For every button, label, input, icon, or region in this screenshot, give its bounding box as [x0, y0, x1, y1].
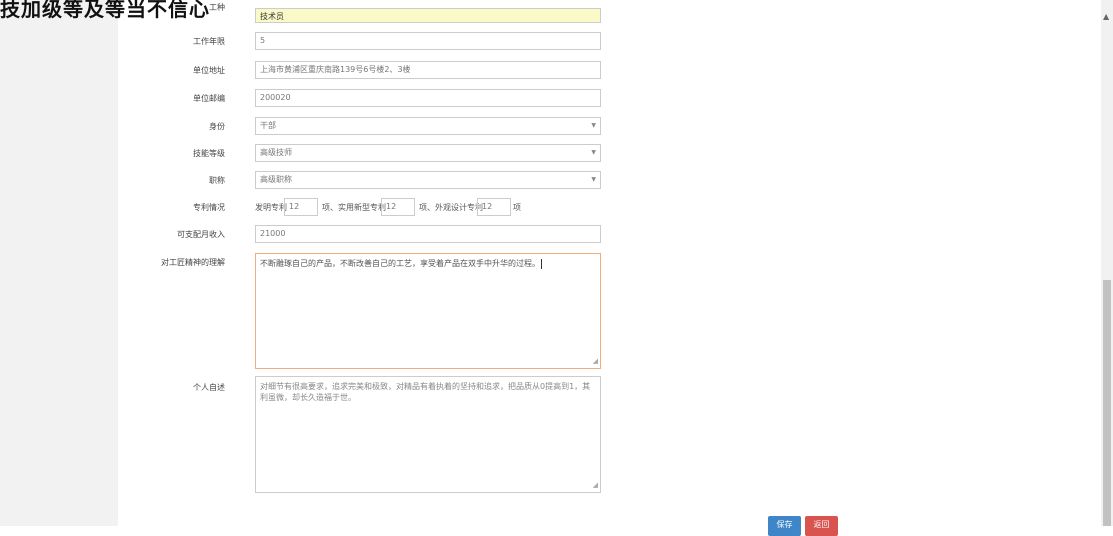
skill-level-label: 技能等级 [193, 149, 225, 158]
craftsmanship-textarea[interactable]: 不断雕琢自己的产品，不断改善自己的工艺，享受着产品在双手中升华的过程。 ◢ [255, 253, 601, 369]
row-title: 职称 高级职称 ▼ [0, 171, 1100, 191]
craftsmanship-text: 不断雕琢自己的产品，不断改善自己的工艺，享受着产品在双手中升华的过程。 [260, 259, 540, 268]
identity-select-value: 干部 [260, 121, 276, 130]
invention-patent-input[interactable]: 12 [284, 198, 318, 216]
job-type-label: 工种 [209, 3, 225, 12]
utility-patent-label: 项、实用新型专利 [322, 203, 386, 212]
back-button[interactable]: 返回 [805, 516, 838, 536]
row-company-address: 单位地址 上海市黄浦区重庆南路139号6号楼2、3楼 [0, 61, 1100, 81]
design-patent-label: 项、外观设计专利 [419, 203, 483, 212]
craftsmanship-label: 对工匠精神的理解 [161, 258, 225, 267]
utility-patent-input[interactable]: 12 [381, 198, 415, 216]
text-cursor [541, 258, 542, 269]
save-button[interactable]: 保存 [768, 516, 801, 536]
work-years-input[interactable]: 5 [255, 32, 601, 50]
self-intro-label: 个人自述 [193, 383, 225, 392]
row-job-type: 工种 技术员 [0, 2, 1100, 23]
identity-select[interactable]: 干部 ▼ [255, 117, 601, 135]
work-years-label: 工作年限 [193, 37, 225, 46]
skill-level-select-value: 高级技师 [260, 148, 292, 157]
chevron-down-icon: ▼ [591, 176, 596, 183]
skill-level-select[interactable]: 高级技师 ▼ [255, 144, 601, 162]
chevron-down-icon: ▼ [591, 122, 596, 129]
design-patent-input[interactable]: 12 [477, 198, 511, 216]
row-skill-level: 技能等级 高级技师 ▼ [0, 144, 1100, 164]
title-select-value: 高级职称 [260, 175, 292, 184]
resize-handle-icon[interactable]: ◢ [593, 480, 598, 491]
row-patents: 专利情况 发明专利 12 项、实用新型专利 12 项、外观设计专利 12 项 [0, 198, 1100, 218]
job-type-field[interactable]: 技术员 [255, 8, 601, 23]
resize-handle-icon[interactable]: ◢ [593, 356, 598, 367]
patent-unit-label: 项 [513, 203, 521, 212]
scrollbar-thumb[interactable] [1103, 280, 1111, 526]
invention-patent-label: 发明专利 [255, 203, 287, 212]
title-label: 职称 [209, 176, 225, 185]
title-select[interactable]: 高级职称 ▼ [255, 171, 601, 189]
row-work-years: 工作年限 5 [0, 32, 1100, 52]
row-identity: 身份 干部 ▼ [0, 117, 1100, 137]
self-intro-text: 对细节有很高要求，追求完美和极致，对精品有着执着的坚持和追求，把品质从0提高到1… [260, 382, 591, 402]
company-address-label: 单位地址 [193, 66, 225, 75]
company-postcode-input[interactable]: 200020 [255, 89, 601, 107]
identity-label: 身份 [209, 122, 225, 131]
patents-label: 专利情况 [193, 203, 225, 212]
chevron-down-icon: ▼ [591, 149, 596, 156]
company-address-input[interactable]: 上海市黄浦区重庆南路139号6号楼2、3楼 [255, 61, 601, 79]
self-intro-textarea[interactable]: 对细节有很高要求，追求完美和极致，对精品有着执着的坚持和追求，把品质从0提高到1… [255, 376, 601, 493]
monthly-income-label: 可支配月收入 [177, 230, 225, 239]
monthly-income-input[interactable]: 21000 [255, 225, 601, 243]
scroll-up-arrow-icon[interactable]: ▲ [1103, 12, 1109, 21]
company-postcode-label: 单位邮编 [193, 94, 225, 103]
row-company-postcode: 单位邮编 200020 [0, 89, 1100, 109]
row-monthly-income: 可支配月收入 21000 [0, 225, 1100, 245]
